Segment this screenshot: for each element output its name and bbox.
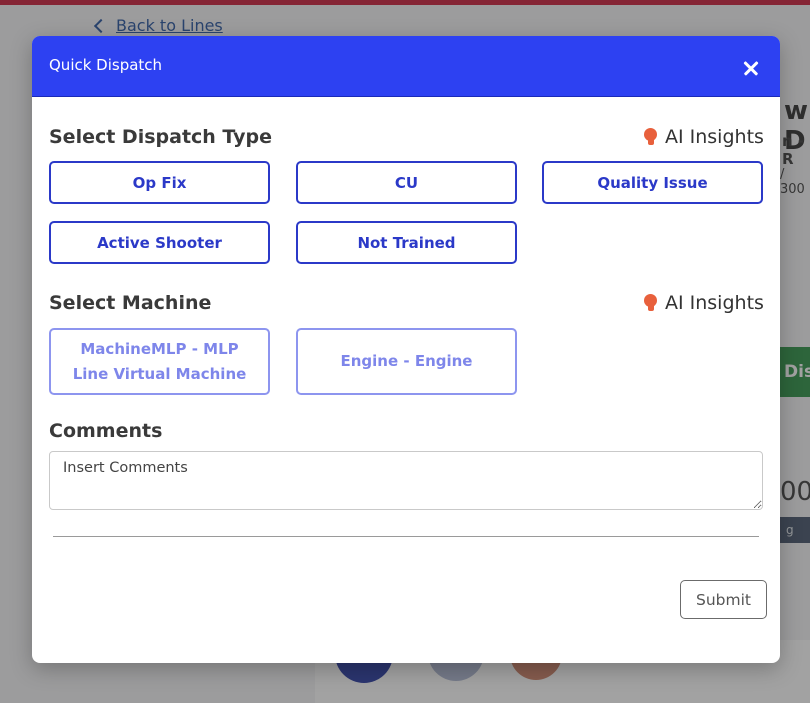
dispatch-type-quality-issue[interactable]: Quality Issue (542, 161, 763, 204)
ai-insights-dispatch-type[interactable]: AI Insights (644, 126, 764, 148)
ai-insights-label: AI Insights (665, 126, 764, 148)
machine-option-mlp-virtual[interactable]: MachineMLP - MLP Line Virtual Machine (49, 328, 270, 395)
submit-button[interactable]: Submit (680, 580, 767, 619)
lightbulb-icon (644, 128, 657, 146)
quick-dispatch-modal: Quick Dispatch Select Dispatch Type AI I… (32, 36, 780, 663)
modal-title: Quick Dispatch (49, 56, 163, 74)
dispatch-type-heading: Select Dispatch Type (49, 126, 273, 148)
comments-heading: Comments (49, 420, 163, 442)
machine-option-engine[interactable]: Engine - Engine (296, 328, 517, 395)
dispatch-type-not-trained[interactable]: Not Trained (296, 221, 517, 264)
divider (53, 536, 759, 537)
comments-textarea[interactable] (49, 451, 763, 510)
ai-insights-machine[interactable]: AI Insights (644, 292, 764, 314)
machine-heading: Select Machine (49, 292, 212, 314)
close-icon[interactable] (736, 54, 766, 82)
dispatch-type-op-fix[interactable]: Op Fix (49, 161, 270, 204)
modal-header: Quick Dispatch (32, 36, 780, 97)
ai-insights-label: AI Insights (665, 292, 764, 314)
dispatch-type-active-shooter[interactable]: Active Shooter (49, 221, 270, 264)
lightbulb-icon (644, 294, 657, 312)
dispatch-type-cu[interactable]: CU (296, 161, 517, 204)
